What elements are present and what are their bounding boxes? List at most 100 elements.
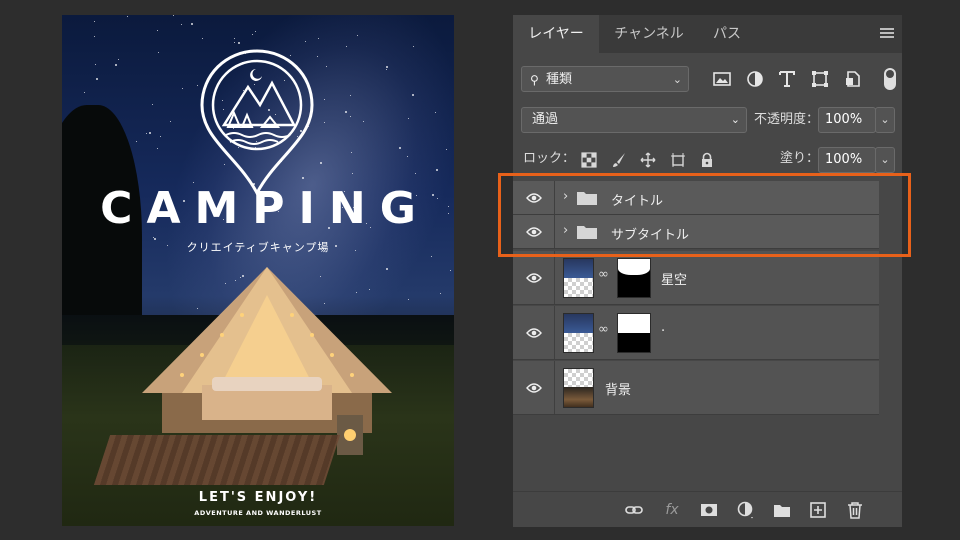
star	[149, 132, 152, 134]
eye-icon[interactable]	[526, 383, 542, 393]
fill-input[interactable]: 100%	[818, 147, 876, 173]
star	[237, 42, 240, 45]
fx-icon[interactable]: fx	[663, 501, 681, 519]
layer-row-starry-sky[interactable]: ∞ 星空	[513, 251, 879, 305]
star	[169, 120, 171, 122]
panel-menu-icon[interactable]	[880, 28, 894, 40]
opacity-label: 不透明度：	[754, 112, 820, 127]
star	[152, 236, 154, 238]
rug	[93, 435, 341, 485]
link-layers-icon[interactable]	[625, 501, 643, 519]
eye-icon[interactable]	[526, 273, 542, 283]
star	[115, 64, 118, 67]
lock-label: ロック：	[523, 151, 576, 166]
blend-mode-dropdown[interactable]: 通過 ⌄	[521, 107, 747, 133]
filter-kind-dropdown[interactable]: ⚲ 種類 ⌄	[521, 66, 689, 92]
layer-thumbnail	[563, 258, 594, 298]
star	[145, 133, 147, 135]
tab-channels[interactable]: チャンネル	[601, 15, 697, 53]
eye-icon[interactable]	[526, 328, 542, 338]
layer-mask-thumbnail[interactable]	[617, 313, 651, 353]
adjustment-filter-icon[interactable]	[746, 70, 764, 88]
lock-artboard-icon[interactable]	[670, 152, 686, 168]
layer-row-background[interactable]: 背景	[513, 361, 879, 415]
layer-mask-thumbnail[interactable]	[617, 258, 651, 298]
blend-mode-value: 通過	[532, 112, 559, 127]
smart-object-filter-icon[interactable]	[844, 70, 862, 88]
star	[430, 255, 432, 257]
star	[234, 41, 236, 43]
star	[172, 15, 174, 16]
star	[84, 92, 86, 94]
star	[182, 87, 184, 89]
layer-row-dot[interactable]: ∞ .	[513, 306, 879, 360]
star	[190, 23, 193, 26]
star	[135, 140, 137, 142]
lock-transparent-pixels-icon[interactable]	[581, 152, 597, 168]
star	[202, 38, 204, 40]
lock-row: ロック： 塗り： 100% ⌄	[513, 146, 902, 174]
opacity-input[interactable]: 100%	[818, 107, 876, 133]
star	[449, 269, 451, 271]
layer-thumbnail	[563, 368, 594, 408]
layer-name[interactable]: 背景	[605, 379, 631, 398]
blend-row: 通過 ⌄ 不透明度： 100% ⌄	[513, 106, 902, 134]
star	[316, 55, 318, 57]
layer-name[interactable]: .	[661, 320, 665, 335]
lock-all-icon[interactable]	[699, 152, 715, 168]
new-group-icon[interactable]	[773, 501, 791, 519]
fill-dropdown-button[interactable]: ⌄	[875, 147, 895, 173]
star	[385, 68, 387, 70]
lock-position-icon[interactable]	[640, 152, 656, 168]
star	[349, 95, 351, 96]
image-filter-icon[interactable]	[713, 70, 731, 88]
star	[439, 293, 441, 295]
chevron-down-icon: ⌄	[730, 113, 740, 126]
star	[159, 135, 161, 137]
filter-toggle[interactable]	[884, 68, 896, 90]
star	[93, 21, 95, 23]
visibility-cell[interactable]	[513, 306, 555, 359]
layer-name[interactable]: 星空	[661, 269, 687, 288]
add-mask-icon[interactable]	[700, 501, 718, 519]
adjustment-layer-icon[interactable]	[737, 501, 755, 519]
star	[127, 15, 129, 17]
camping-logo	[200, 49, 314, 197]
chain-link-icon[interactable]: ∞	[598, 267, 609, 282]
poster-title: CAMPING	[100, 183, 430, 234]
star	[157, 30, 159, 32]
tab-paths[interactable]: パス	[699, 15, 755, 53]
visibility-cell[interactable]	[513, 251, 555, 304]
star	[385, 65, 388, 68]
poster-subtitle: クリエイティブキャンプ場	[186, 241, 330, 254]
chevron-down-icon: ⌄	[672, 73, 682, 86]
star	[157, 147, 159, 149]
star	[157, 51, 159, 53]
visibility-cell[interactable]	[513, 361, 555, 414]
poster-canvas: CAMPING クリエイティブキャンプ場 LET'S ENJOY! ADVENT…	[62, 15, 454, 526]
star	[345, 45, 347, 47]
panel-tabs: レイヤー チャンネル パス	[513, 15, 902, 53]
fill-label: 塗り：	[780, 151, 820, 166]
search-icon: ⚲	[530, 73, 539, 87]
star	[233, 37, 235, 39]
panel-footer: fx	[513, 491, 902, 527]
type-filter-icon[interactable]	[778, 70, 796, 88]
filter-kind-label: 種類	[546, 72, 573, 87]
poster-tagline-sub: ADVENTURE AND WANDERLUST	[194, 509, 322, 517]
chain-link-icon[interactable]: ∞	[598, 322, 609, 337]
star	[94, 35, 96, 37]
filter-row: ⚲ 種類 ⌄	[513, 64, 902, 94]
star	[95, 63, 97, 65]
star	[95, 78, 98, 81]
highlight-box	[498, 173, 911, 257]
star	[254, 30, 256, 32]
tab-layers[interactable]: レイヤー	[513, 15, 599, 53]
shape-filter-icon[interactable]	[811, 70, 829, 88]
star	[118, 59, 120, 61]
new-layer-icon[interactable]	[809, 501, 827, 519]
lock-image-pixels-icon[interactable]	[611, 152, 627, 168]
opacity-dropdown-button[interactable]: ⌄	[875, 107, 895, 133]
star	[180, 23, 182, 25]
trash-icon[interactable]	[846, 501, 864, 519]
